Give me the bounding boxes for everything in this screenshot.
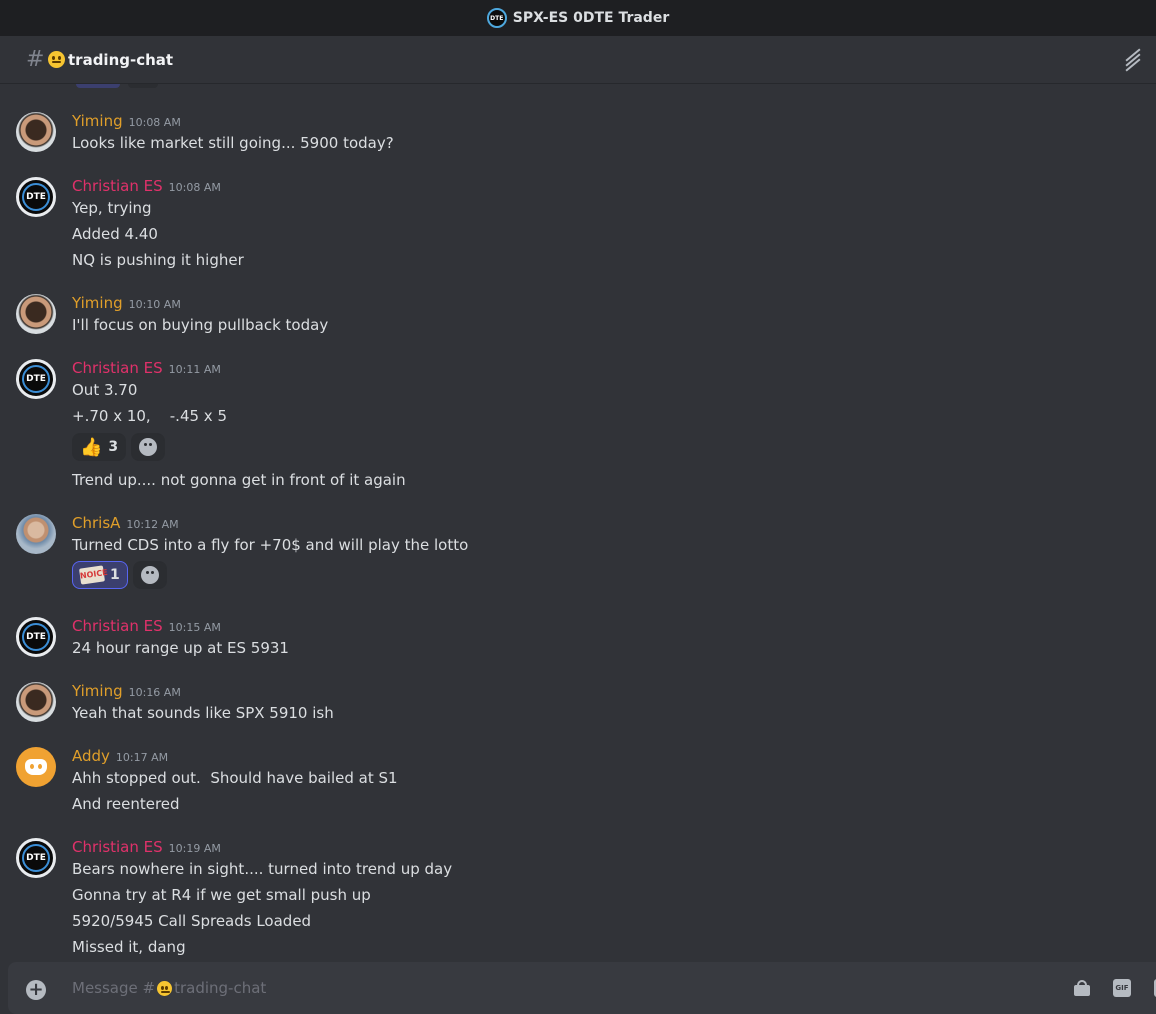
avatar[interactable]: DTE [16, 617, 56, 657]
placeholder-prefix: Message # [72, 979, 156, 997]
message-text: Missed it, dang [72, 938, 186, 956]
message-header: Yiming 10:08 AM [72, 112, 181, 130]
timestamp: 10:12 AM [126, 518, 179, 531]
author-name[interactable]: Christian ES [72, 838, 163, 856]
add-reaction-button[interactable] [132, 561, 167, 589]
timestamp: 10:08 AM [168, 181, 221, 194]
reaction-thumbs-up[interactable]: 👍 3 [72, 433, 127, 461]
message-text: Trend up.... not gonna get in front of i… [72, 471, 406, 489]
message-header: Christian ES 10:15 AM [72, 617, 221, 635]
add-reaction-icon [139, 438, 158, 456]
reaction-count: 3 [108, 439, 119, 455]
message-text: Bears nowhere in sight.... turned into t… [72, 860, 453, 878]
channel-header: # trading-chat [0, 36, 1156, 84]
message-text: +.70 x 10, -.45 x 5 [72, 407, 227, 425]
avatar[interactable] [16, 294, 56, 334]
add-reaction-button[interactable] [131, 433, 166, 461]
message-text: 5920/5945 Call Spreads Loaded [72, 912, 312, 930]
message-header: ChrisA 10:12 AM [72, 514, 179, 532]
message-text: Looks like market still going... 5900 to… [72, 134, 394, 152]
author-name[interactable]: ChrisA [72, 514, 120, 532]
reaction-count: 1 [110, 567, 120, 583]
message-text: Added 4.40 [72, 225, 158, 243]
author-name[interactable]: Yiming [72, 682, 123, 700]
message-composer[interactable]: + Message # trading-chat GIF [8, 962, 1156, 1014]
avatar[interactable] [16, 747, 56, 787]
channel-name: trading-chat [68, 50, 174, 69]
message-text: Gonna try at R4 if we get small push up [72, 886, 371, 904]
message-header: Yiming 10:10 AM [72, 294, 181, 312]
thumbs-up-icon: 👍 [80, 436, 103, 458]
reaction-bar: NOICE 1 [72, 561, 167, 589]
message-text: Out 3.70 [72, 381, 138, 399]
channel-hash-icon: # [26, 47, 45, 72]
timestamp: 10:15 AM [168, 621, 221, 634]
server-icon: DTE [486, 8, 507, 28]
avatar[interactable]: DTE [16, 177, 56, 217]
add-reaction-icon [140, 566, 159, 584]
threads-icon[interactable] [1122, 48, 1144, 72]
message-header: Addy 10:17 AM [72, 747, 168, 765]
placeholder-channel: trading-chat [174, 979, 267, 997]
timestamp: 10:17 AM [115, 751, 169, 764]
message-header: Christian ES 10:19 AM [72, 838, 221, 856]
message-text: Ahh stopped out. Should have bailed at S… [72, 769, 398, 787]
avatar[interactable]: DTE [16, 359, 56, 399]
message-text: 24 hour range up at ES 5931 [72, 639, 289, 657]
grin-emoji-icon [48, 51, 65, 68]
avatar[interactable] [16, 514, 56, 554]
upload-plus-button[interactable]: + [26, 980, 46, 1000]
avatar[interactable] [16, 682, 56, 722]
discord-logo-icon [25, 759, 47, 775]
window-titlebar: DTE SPX-ES 0DTE Trader [0, 0, 1156, 36]
timestamp: 10:08 AM [128, 116, 181, 129]
timestamp: 10:16 AM [128, 686, 181, 699]
noice-emoji-icon: NOICE [79, 565, 108, 585]
avatar[interactable] [16, 112, 56, 152]
author-name[interactable]: Yiming [72, 112, 123, 130]
avatar[interactable]: DTE [16, 838, 56, 878]
message-text: Turned CDS into a fly for +70$ and will … [72, 536, 469, 554]
timestamp: 10:10 AM [128, 298, 181, 311]
grin-emoji-icon [157, 981, 173, 996]
message-input[interactable]: Message # trading-chat [72, 979, 266, 997]
previous-reaction-remnant [76, 84, 120, 88]
timestamp: 10:19 AM [168, 842, 221, 855]
author-name[interactable]: Addy [72, 747, 110, 765]
author-name[interactable]: Christian ES [72, 617, 163, 635]
message-header: Christian ES 10:08 AM [72, 177, 221, 195]
server-title: SPX-ES 0DTE Trader [512, 10, 670, 26]
previous-reaction-remnant [128, 84, 158, 88]
message-text: And reentered [72, 795, 180, 813]
message-text: Yep, trying [72, 199, 152, 217]
reaction-bar: 👍 3 [72, 433, 166, 461]
gift-icon[interactable] [1074, 980, 1090, 996]
author-name[interactable]: Yiming [72, 294, 123, 312]
message-text: NQ is pushing it higher [72, 251, 244, 269]
author-name[interactable]: Christian ES [72, 359, 163, 377]
timestamp: 10:11 AM [168, 363, 221, 376]
message-header: Yiming 10:16 AM [72, 682, 181, 700]
message-text: I'll focus on buying pullback today [72, 316, 329, 334]
message-text: Yeah that sounds like SPX 5910 ish [72, 704, 334, 722]
reaction-noice[interactable]: NOICE 1 [72, 561, 128, 589]
message-header: Christian ES 10:11 AM [72, 359, 221, 377]
author-name[interactable]: Christian ES [72, 177, 163, 195]
gif-button[interactable]: GIF [1113, 979, 1131, 997]
